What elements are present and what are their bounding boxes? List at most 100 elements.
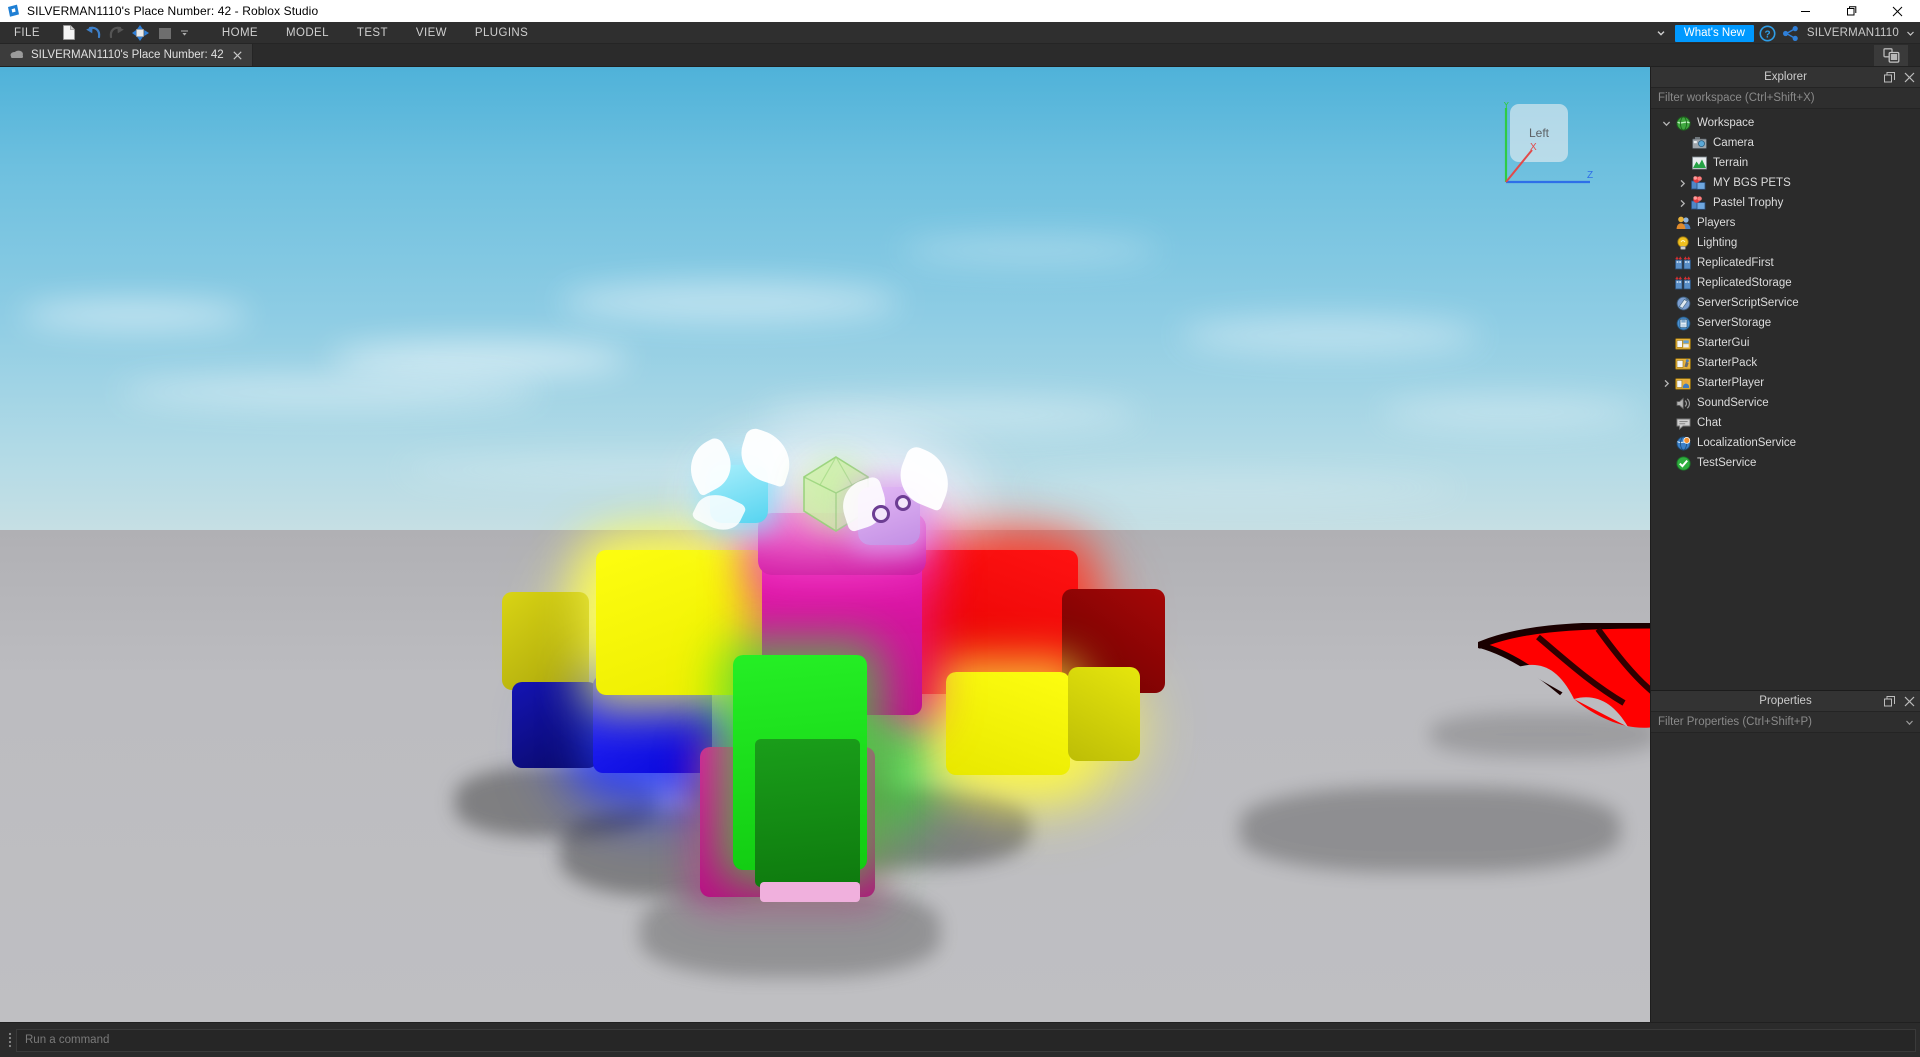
close-icon[interactable] bbox=[231, 49, 244, 62]
explorer-item-label: Lighting bbox=[1697, 237, 1738, 249]
explorer-item-serverscriptservice[interactable]: ServerScriptService bbox=[1651, 293, 1920, 313]
tab-view[interactable]: VIEW bbox=[402, 22, 461, 44]
properties-list[interactable] bbox=[1651, 733, 1920, 1022]
close-icon[interactable] bbox=[1902, 71, 1916, 85]
explorer-item-serverstorage[interactable]: ServerStorage bbox=[1651, 313, 1920, 333]
explorer-tree[interactable]: Workspace Camera Terrain MY BGS PETS Pastel … bbox=[1651, 109, 1920, 690]
ribbon-toolbar: FILE HOME MODEL TEST VIEW PLUGINS What's… bbox=[0, 22, 1920, 44]
close-icon[interactable] bbox=[1902, 695, 1916, 709]
main-body: Left Y Z X Explorer Filter workspace (Ct… bbox=[0, 67, 1920, 1022]
tab-plugins[interactable]: PLUGINS bbox=[461, 22, 542, 44]
localization-globe-icon bbox=[1675, 435, 1691, 451]
explorer-item-label: StarterPlayer bbox=[1697, 377, 1765, 389]
window-controls bbox=[1782, 0, 1920, 22]
properties-panel-header: Properties bbox=[1651, 691, 1920, 712]
explorer-item-workspace[interactable]: Workspace bbox=[1651, 113, 1920, 133]
model-folder-icon bbox=[1691, 175, 1707, 191]
file-menu-button[interactable]: FILE bbox=[0, 22, 52, 44]
explorer-item-lighting[interactable]: Lighting bbox=[1651, 233, 1920, 253]
starter-pack-icon bbox=[1675, 355, 1691, 371]
maximize-icon[interactable] bbox=[1828, 0, 1874, 22]
share-icon[interactable] bbox=[1782, 24, 1800, 42]
explorer-filter-bar[interactable]: Filter workspace (Ctrl+Shift+X) bbox=[1651, 88, 1920, 109]
drag-grip-icon[interactable] bbox=[4, 1029, 16, 1051]
starter-gui-icon bbox=[1675, 335, 1691, 351]
chevron-down-icon[interactable] bbox=[1905, 712, 1914, 733]
document-tab[interactable]: SILVERMAN1110's Place Number: 42 bbox=[0, 44, 253, 66]
explorer-item-label: Camera bbox=[1713, 137, 1754, 149]
whats-new-button[interactable]: What's New bbox=[1674, 24, 1754, 42]
tab-home[interactable]: HOME bbox=[208, 22, 272, 44]
ribbon-right-cluster: What's New ? SILVERMAN1110 bbox=[1652, 22, 1916, 44]
close-icon[interactable] bbox=[1874, 0, 1920, 22]
chevron-right-icon[interactable] bbox=[1673, 173, 1691, 193]
sound-speaker-icon bbox=[1675, 395, 1691, 411]
explorer-item-soundservice[interactable]: SoundService bbox=[1651, 393, 1920, 413]
explorer-item-pastel-trophy[interactable]: Pastel Trophy bbox=[1651, 193, 1920, 213]
redo-icon[interactable] bbox=[106, 23, 128, 43]
window-title-bar: SILVERMAN1110's Place Number: 42 - Roblo… bbox=[0, 0, 1920, 22]
explorer-item-label: TestService bbox=[1697, 457, 1757, 469]
tabstrip-right bbox=[1862, 44, 1920, 67]
server-script-icon bbox=[1675, 295, 1691, 311]
explorer-item-localizationservice[interactable]: LocalizationService bbox=[1651, 433, 1920, 453]
left-arm-lower-block bbox=[502, 592, 589, 690]
viewport-3d[interactable]: Left Y Z X bbox=[0, 67, 1650, 1022]
explorer-item-startergui[interactable]: StarterGui bbox=[1651, 333, 1920, 353]
new-file-icon[interactable] bbox=[58, 23, 80, 43]
chevron-down-icon[interactable] bbox=[1657, 113, 1675, 133]
explorer-item-terrain[interactable]: Terrain bbox=[1651, 153, 1920, 173]
explorer-item-starterpack[interactable]: StarterPack bbox=[1651, 353, 1920, 373]
chevron-down-icon[interactable] bbox=[1904, 22, 1916, 44]
place-cloud-icon bbox=[10, 46, 24, 64]
terrain-icon bbox=[1691, 155, 1707, 171]
explorer-item-starterplayer[interactable]: StarterPlayer bbox=[1651, 373, 1920, 393]
chevron-right-icon[interactable] bbox=[1673, 193, 1691, 213]
explorer-item-chat[interactable]: Chat bbox=[1651, 413, 1920, 433]
explorer-item-testservice[interactable]: TestService bbox=[1651, 453, 1920, 473]
chevron-down-icon[interactable] bbox=[1652, 22, 1670, 44]
command-input[interactable]: Run a command bbox=[16, 1028, 1916, 1052]
move-tool-icon[interactable] bbox=[130, 23, 152, 43]
dock-icon[interactable] bbox=[1882, 71, 1896, 85]
explorer-item-replicatedstorage[interactable]: ReplicatedStorage bbox=[1651, 273, 1920, 293]
undo-icon[interactable] bbox=[82, 23, 104, 43]
explorer-item-label: ServerScriptService bbox=[1697, 297, 1799, 309]
explorer-item-my-bgs-pets[interactable]: MY BGS PETS bbox=[1651, 173, 1920, 193]
explorer-item-replicatedfirst[interactable]: ReplicatedFirst bbox=[1651, 253, 1920, 273]
svg-text:Z: Z bbox=[1587, 170, 1593, 181]
explorer-item-players[interactable]: Players bbox=[1651, 213, 1920, 233]
foot-block bbox=[760, 882, 860, 902]
properties-filter-bar[interactable]: Filter Properties (Ctrl+Shift+P) bbox=[1651, 712, 1920, 733]
question-mark-icon[interactable]: ? bbox=[1759, 24, 1777, 42]
view-cube[interactable]: Left Y Z X bbox=[1488, 102, 1598, 192]
replicated-icon bbox=[1675, 275, 1691, 291]
properties-filter-placeholder: Filter Properties (Ctrl+Shift+P) bbox=[1658, 716, 1813, 728]
explorer-item-camera[interactable]: Camera bbox=[1651, 133, 1920, 153]
dragon-wing bbox=[1476, 621, 1650, 738]
server-storage-icon bbox=[1675, 315, 1691, 331]
explorer-filter-placeholder: Filter workspace (Ctrl+Shift+X) bbox=[1658, 92, 1815, 104]
account-name[interactable]: SILVERMAN1110 bbox=[1807, 27, 1899, 39]
chevron-right-icon[interactable] bbox=[1657, 373, 1675, 393]
chevron-down-icon[interactable] bbox=[178, 23, 192, 43]
tab-model[interactable]: MODEL bbox=[272, 22, 343, 44]
explorer-item-label: Players bbox=[1697, 217, 1736, 229]
device-emulator-icon[interactable] bbox=[1874, 45, 1908, 66]
explorer-item-label: Workspace bbox=[1697, 117, 1755, 129]
dock-icon[interactable] bbox=[1882, 695, 1896, 709]
minimize-icon[interactable] bbox=[1782, 0, 1828, 22]
tab-test[interactable]: TEST bbox=[343, 22, 402, 44]
lighting-bulb-icon bbox=[1675, 235, 1691, 251]
quick-access-toolbar bbox=[58, 23, 192, 43]
color-swatch-icon[interactable] bbox=[154, 23, 176, 43]
left-leg-lower-block bbox=[512, 682, 598, 768]
